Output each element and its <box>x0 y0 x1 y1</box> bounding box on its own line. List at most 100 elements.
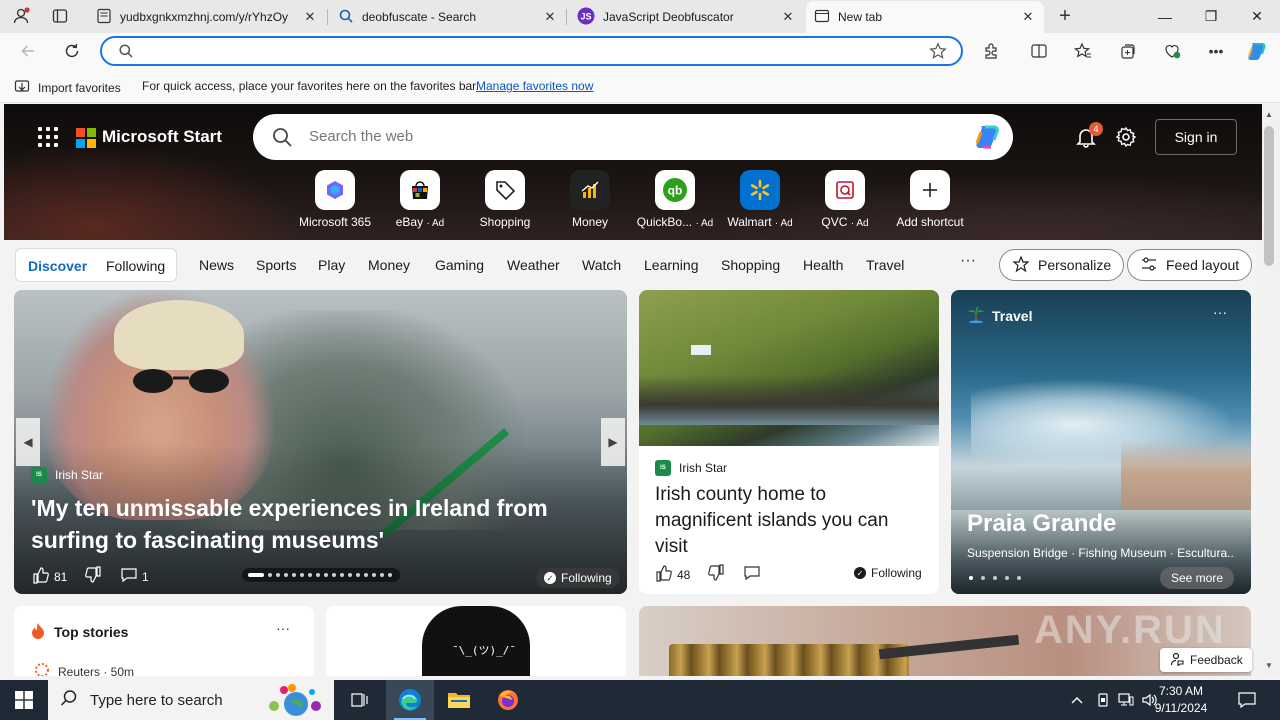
slide-dot[interactable] <box>308 573 312 577</box>
copilot-icon[interactable] <box>973 123 1003 151</box>
nav-news[interactable]: News <box>199 257 234 273</box>
story-headline[interactable]: 'My ten unmissable experiences in Irelan… <box>31 492 591 556</box>
shortcut-microsoft-365[interactable]: Microsoft 365 <box>290 170 380 232</box>
shortcut-qvc[interactable]: QVC · Ad <box>800 170 890 232</box>
like-button[interactable]: 81 <box>32 566 67 587</box>
manage-favorites-link[interactable]: Manage favorites now <box>476 79 593 93</box>
slide-dot[interactable] <box>276 573 280 577</box>
taskbar-search-box[interactable]: Type here to search <box>48 680 334 720</box>
brand-title[interactable]: Microsoft Start <box>102 127 222 147</box>
shortcut-money[interactable]: Money <box>545 170 635 232</box>
tab-3[interactable]: JS JavaScript Deobfuscator ✕ <box>569 1 804 33</box>
nav-learning[interactable]: Learning <box>644 257 699 273</box>
browser-essentials-icon[interactable] <box>1157 37 1187 65</box>
nav-weather[interactable]: Weather <box>507 257 560 273</box>
nav-more-button[interactable]: ··· <box>960 252 976 270</box>
slide-dot[interactable] <box>268 573 272 577</box>
tab-4-active[interactable]: New tab ✕ <box>806 1 1044 33</box>
scrollbar-thumb[interactable] <box>1264 126 1274 266</box>
slide-dot[interactable] <box>372 573 376 577</box>
settings-gear-icon[interactable] <box>1115 126 1137 151</box>
settings-more-icon[interactable]: ••• <box>1201 37 1231 65</box>
nav-travel[interactable]: Travel <box>866 257 904 273</box>
slide-dot[interactable] <box>316 573 320 577</box>
show-hidden-icons[interactable] <box>1070 680 1084 720</box>
close-tab-icon[interactable]: ✕ <box>1020 9 1036 25</box>
web-search-box[interactable]: Search the web <box>253 114 1013 160</box>
shortcut-walmart[interactable]: Walmart · Ad <box>715 170 805 232</box>
nav-play[interactable]: Play <box>318 257 345 273</box>
following-chip[interactable]: ✓ Following <box>854 566 922 580</box>
story-source[interactable]: IS Irish Star <box>655 460 727 476</box>
slide-dot[interactable] <box>340 573 344 577</box>
collections-icon[interactable] <box>1113 37 1143 65</box>
shortcut-ebay[interactable]: eBay · Ad <box>375 170 465 232</box>
favorites-icon[interactable] <box>1068 37 1098 65</box>
slide-dot[interactable] <box>348 573 352 577</box>
device-icon[interactable] <box>1096 680 1110 720</box>
travel-slide-indicator[interactable] <box>969 576 1021 580</box>
task-view-icon[interactable] <box>336 680 384 720</box>
refresh-icon[interactable] <box>57 37 87 65</box>
split-screen-icon[interactable] <box>1024 37 1054 65</box>
card-more-button[interactable]: ··· <box>276 620 290 636</box>
page-scrollbar[interactable]: ▲ ▼ <box>1262 104 1280 676</box>
slide-dot[interactable] <box>284 573 288 577</box>
profile-icon[interactable] <box>6 2 36 30</box>
see-more-button[interactable]: See more <box>1160 567 1234 589</box>
slide-dot[interactable] <box>300 573 304 577</box>
tab-2[interactable]: deobfuscate - Search ✕ <box>330 1 566 33</box>
following-chip[interactable]: ✓ Following <box>536 568 620 588</box>
address-bar[interactable] <box>100 36 963 66</box>
island-story-card[interactable]: IS Irish Star Irish county home to magni… <box>639 290 939 594</box>
notification-center-icon[interactable] <box>1238 680 1256 720</box>
shortcut-add[interactable]: Add shortcut <box>885 170 975 232</box>
close-window-icon[interactable]: ✕ <box>1234 0 1280 33</box>
copilot-icon[interactable] <box>1242 37 1272 65</box>
travel-destination-title[interactable]: Praia Grande <box>967 510 1116 538</box>
dislike-button[interactable] <box>707 564 725 585</box>
card-more-button[interactable]: ··· <box>1213 304 1227 320</box>
story-source[interactable]: Reuters · 50m <box>34 662 134 676</box>
scroll-down-icon[interactable]: ▼ <box>1265 661 1273 670</box>
travel-card[interactable]: Travel ··· Praia Grande Suspension Bridg… <box>951 290 1251 594</box>
close-tab-icon[interactable]: ✕ <box>542 9 558 25</box>
nav-health[interactable]: Health <box>803 257 843 273</box>
minimize-icon[interactable]: — <box>1142 0 1188 33</box>
tab-actions-icon[interactable] <box>45 2 75 30</box>
like-button[interactable]: 48 <box>655 564 690 585</box>
next-slide-button[interactable]: ▶ <box>601 418 625 466</box>
network-icon[interactable] <box>1118 680 1134 720</box>
slide-dot[interactable] <box>364 573 368 577</box>
previous-slide-button[interactable]: ◀ <box>16 418 40 466</box>
slide-dot[interactable] <box>332 573 336 577</box>
nav-money[interactable]: Money <box>368 257 410 273</box>
nav-gaming[interactable]: Gaming <box>435 257 484 273</box>
app-launcher-icon[interactable] <box>38 127 58 147</box>
sign-in-button[interactable]: Sign in <box>1155 119 1237 155</box>
comments-button[interactable]: 1 <box>120 566 149 587</box>
shortcut-shopping[interactable]: Shopping <box>460 170 550 232</box>
address-input[interactable] <box>148 42 908 60</box>
nav-watch[interactable]: Watch <box>582 257 621 273</box>
story-headline[interactable]: Irish county home to magnificent islands… <box>655 482 925 560</box>
file-explorer-icon[interactable] <box>435 680 483 720</box>
tab-discover[interactable]: Discover <box>28 258 87 274</box>
slide-dot[interactable] <box>356 573 360 577</box>
scroll-up-icon[interactable]: ▲ <box>1265 110 1273 119</box>
dislike-button[interactable] <box>84 566 102 587</box>
slide-dot[interactable] <box>324 573 328 577</box>
close-tab-icon[interactable]: ✕ <box>302 9 318 25</box>
firefox-icon[interactable] <box>484 680 532 720</box>
slide-dot[interactable] <box>292 573 296 577</box>
slide-indicator[interactable] <box>242 568 400 582</box>
feedback-button[interactable]: Feedback <box>1160 648 1252 672</box>
extensions-icon[interactable] <box>976 37 1006 65</box>
nav-sports[interactable]: Sports <box>256 257 296 273</box>
feed-layout-button[interactable]: Feed layout <box>1127 249 1253 281</box>
slide-dot[interactable] <box>388 573 392 577</box>
import-favorites-button[interactable]: Import favorites <box>14 78 121 97</box>
hoodie-product-card[interactable]: ¯\_(ツ)_/¯ <box>326 606 626 676</box>
restore-icon[interactable]: ❐ <box>1188 0 1234 33</box>
back-icon[interactable] <box>13 37 43 65</box>
